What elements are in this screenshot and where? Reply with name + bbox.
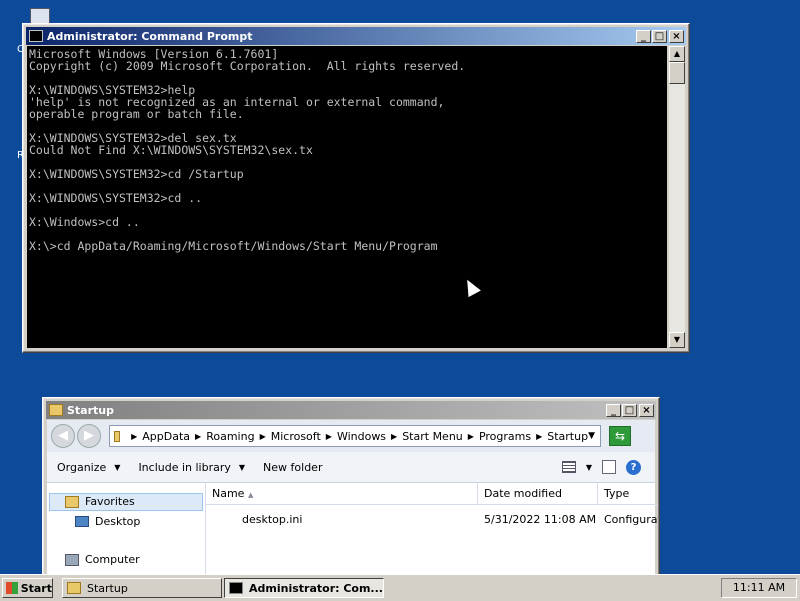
explorer-title: Startup (67, 403, 114, 417)
minimize-button[interactable]: _ (606, 403, 621, 417)
chevron-down-icon: ▼ (238, 462, 246, 472)
cmd-app-icon (29, 30, 43, 42)
console-output[interactable]: Microsoft Windows [Version 6.1.7601] Copy… (27, 46, 667, 348)
breadcrumb-item[interactable]: Roaming (206, 430, 254, 443)
taskbar-item-startup[interactable]: Startup (62, 578, 222, 598)
cmd-title: Administrator: Command Prompt (47, 29, 253, 43)
breadcrumb-item[interactable]: Programs (479, 430, 531, 443)
clock[interactable]: 11:11 AM (721, 578, 797, 598)
breadcrumb-separator-icon[interactable]: ▶ (260, 432, 266, 441)
sort-up-icon: ▲ (247, 491, 254, 499)
address-bar[interactable]: ▶ AppData ▶ Roaming ▶ Microsoft ▶ Windows ▶ Start… (109, 425, 601, 447)
favorites-icon (65, 495, 79, 508)
taskbar: Start Startup Administrator: Com... 11:1… (0, 574, 800, 601)
console-line: X:\WINDOWS\SYSTEM32>cd /Startup (29, 167, 244, 181)
help-icon[interactable]: ? (626, 459, 641, 475)
console-line: operable program or batch file. (29, 107, 244, 121)
scroll-down-button[interactable]: ▼ (669, 332, 685, 348)
command-prompt-window[interactable]: Administrator: Command Prompt _ □ × Micr… (22, 23, 690, 353)
preview-pane-icon[interactable] (602, 460, 616, 474)
navigation-bar: ◀ ▶ ▶ AppData ▶ Roaming ▶ Microsoft ▶ Windows ▶ S… (47, 420, 655, 452)
nav-favorites[interactable]: Favorites (65, 495, 135, 508)
command-bar: Organize ▼ Include in library ▼ New folder… (47, 452, 655, 483)
breadcrumb-separator-icon[interactable]: ▶ (326, 432, 332, 441)
minimize-button[interactable]: _ (636, 29, 651, 43)
folder-icon (114, 430, 121, 442)
maximize-button[interactable]: □ (622, 403, 637, 417)
chevron-down-icon[interactable]: ▼ (586, 463, 592, 472)
chevron-down-icon: ▼ (114, 462, 121, 472)
organize-button[interactable]: Organize ▼ (57, 461, 120, 474)
chevron-down-icon[interactable]: ▼ (588, 431, 595, 441)
include-in-library-button[interactable]: Include in library ▼ (138, 461, 245, 474)
breadcrumb-item[interactable]: Windows (337, 430, 386, 443)
folder-icon (67, 582, 81, 594)
console-line: X:\WINDOWS\SYSTEM32>cd .. (29, 191, 203, 205)
nav-computer[interactable]: Computer (65, 553, 140, 566)
taskbar-item-command-prompt[interactable]: Administrator: Com... (224, 578, 384, 598)
breadcrumb-separator-icon[interactable]: ▶ (468, 432, 474, 441)
desktop-icon (75, 516, 89, 527)
breadcrumb-separator-icon[interactable]: ▶ (391, 432, 397, 441)
breadcrumb-separator-icon[interactable]: ▶ (195, 432, 201, 441)
column-header-date[interactable]: Date modified (478, 483, 598, 505)
close-button[interactable]: × (639, 403, 654, 417)
breadcrumb-item[interactable]: Startup (547, 430, 588, 443)
console-line: X:\Windows>cd .. (29, 215, 140, 229)
file-type: Configuration settings (604, 513, 658, 526)
breadcrumb-item[interactable]: AppData (142, 430, 190, 443)
file-date: 5/31/2022 11:08 AM (484, 513, 597, 526)
start-button[interactable]: Start (2, 578, 53, 598)
breadcrumb[interactable]: ▶ AppData ▶ Roaming ▶ Microsoft ▶ Windows ▶ Start… (126, 430, 588, 443)
breadcrumb-separator-icon[interactable]: ▶ (536, 432, 542, 441)
maximize-button[interactable]: □ (652, 29, 667, 43)
explorer-window[interactable]: Startup _ □ × ◀ ▶ ▶ AppData ▶ Roaming ▶ Micro… (42, 397, 660, 589)
new-folder-button[interactable]: New folder (263, 461, 322, 474)
computer-icon (65, 553, 79, 566)
breadcrumb-item[interactable]: Microsoft (271, 430, 321, 443)
back-button[interactable]: ◀ (51, 424, 75, 448)
column-header-type[interactable]: Type (598, 483, 658, 505)
close-button[interactable]: × (669, 29, 684, 43)
navigation-pane: Favorites Desktop Computer (47, 483, 206, 583)
nav-desktop[interactable]: Desktop (75, 515, 140, 528)
breadcrumb-item[interactable]: Start Menu (402, 430, 463, 443)
column-header-name[interactable]: Name ▲ (206, 483, 478, 505)
scroll-up-button[interactable]: ▲ (669, 46, 685, 62)
view-options-icon[interactable] (561, 461, 576, 473)
cmd-titlebar[interactable]: Administrator: Command Prompt _ □ × (26, 27, 686, 45)
console-line: Copyright (c) 2009 Microsoft Corporation… (29, 59, 466, 73)
cmd-app-icon (229, 582, 243, 594)
forward-button[interactable]: ▶ (77, 424, 101, 448)
folder-icon (49, 404, 63, 416)
windows-logo-icon (6, 582, 18, 594)
refresh-button[interactable]: ⇆ (609, 426, 631, 446)
file-list[interactable]: Name ▲ Date modified Type desktop.ini 5/… (206, 483, 658, 583)
file-name[interactable]: desktop.ini (242, 513, 302, 529)
scroll-thumb[interactable] (669, 62, 685, 84)
explorer-titlebar[interactable]: Startup _ □ × (46, 401, 656, 419)
console-line: Could Not Find X:\WINDOWS\SYSTEM32\sex.t… (29, 143, 313, 157)
cmd-vertical-scrollbar[interactable]: ▲ ▼ (669, 46, 685, 348)
breadcrumb-separator-icon[interactable]: ▶ (131, 432, 137, 441)
console-line: X:\>cd AppData/Roaming/Microsoft/Windows… (29, 239, 438, 253)
